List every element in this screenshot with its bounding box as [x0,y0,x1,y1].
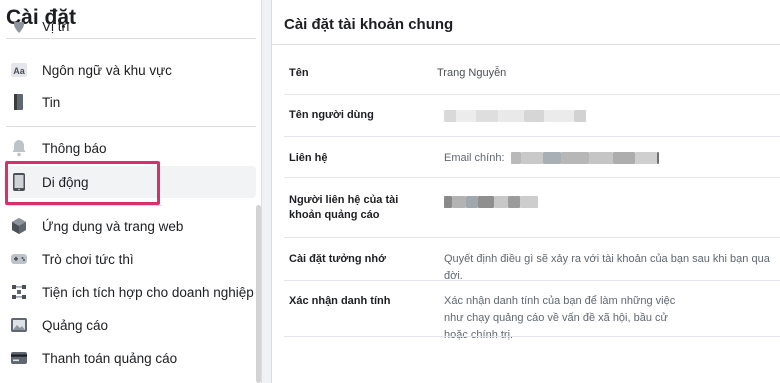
row-value-contact[interactable]: Email chính: [444,150,659,167]
sidebar-item-mobile[interactable]: Di động [4,166,256,198]
row-divider [284,237,780,238]
row-divider [284,280,780,281]
sidebar-item-ads[interactable]: Quảng cáo [4,309,256,341]
row-divider [284,177,780,178]
bell-icon [9,138,29,158]
credit-card-icon [9,348,29,368]
page-title: Cài đặt tài khoản chung [284,16,454,33]
row-label-ad-account-contact: Người liên hệ của tài khoản quảng cáo [289,194,399,221]
sidebar-section-divider [6,205,162,206]
sidebar-item-label: Thông báo [42,140,107,156]
settings-sidebar: Cài đặt Vị trí Aa Ngôn ngữ và khu vực Ti… [0,0,262,383]
stories-book-icon [9,92,29,112]
cube-apps-icon [9,216,29,236]
row-label-name: Tên [289,67,309,79]
game-controller-icon [9,249,29,269]
sidebar-item-label: Tiện ích tích hợp cho doanh nghiệp [42,284,254,300]
row-divider [284,94,780,95]
row-label-identity-confirmation: Xác nhận danh tính [289,295,391,307]
row-value-name: Trang Nguyễn [437,67,507,79]
sidebar-item-ad-payments[interactable]: Thanh toán quảng cáo [4,342,256,374]
sidebar-item-business-integrations[interactable]: Tiện ích tích hợp cho doanh nghiệp [4,276,256,308]
sidebar-item-label: Trò chơi tức thì [42,251,134,267]
row-label-username: Tên người dùng [289,109,374,121]
sidebar-item-label: Tin [42,94,61,110]
sidebar-item-label: Vị trí [42,22,70,34]
location-pin-icon [9,22,29,36]
ads-image-icon [9,315,29,335]
sidebar-item-stories[interactable]: Tin [4,86,256,118]
sidebar-title-divider [6,38,256,39]
svg-text:Aa: Aa [13,66,25,76]
row-label-memorialization: Cài đặt tưởng nhớ [289,253,386,265]
row-divider [284,136,780,137]
card-header-divider [272,44,780,45]
sidebar-item-label: Ngôn ngữ và khu vực [42,62,172,78]
sidebar-item-apps-websites[interactable]: Ứng dụng và trang web [4,210,256,242]
row-divider [284,336,780,337]
sidebar-section-divider [6,126,256,127]
sidebar-item-label: Thanh toán quảng cáo [42,350,178,366]
row-value-username-blurred[interactable] [444,108,586,125]
main-panel: Cài đặt tài khoản chung Tên Trang Nguyễn… [263,0,780,383]
sidebar-item-location[interactable]: Vị trí [4,22,256,44]
sidebar-item-label: Ứng dụng và trang web [42,218,184,234]
sidebar-item-instant-games[interactable]: Trò chơi tức thì [4,243,256,275]
row-value-ad-account-contact-blurred[interactable] [444,194,538,211]
sidebar-item-label: Quảng cáo [42,317,109,333]
mobile-phone-icon [9,172,29,192]
sidebar-scrollbar[interactable] [256,205,261,383]
row-label-contact: Liên hệ [289,152,328,164]
sidebar-item-language-region[interactable]: Aa Ngôn ngữ và khu vực [4,54,256,86]
contact-email-prefix: Email chính: [444,152,505,164]
general-settings-card: Cài đặt tài khoản chung Tên Trang Nguyễn… [271,0,780,383]
sidebar-item-notifications[interactable]: Thông báo [4,132,256,164]
language-aa-icon: Aa [9,60,29,80]
sidebar-item-label: Di động [42,174,89,190]
business-integrations-icon [9,282,29,302]
